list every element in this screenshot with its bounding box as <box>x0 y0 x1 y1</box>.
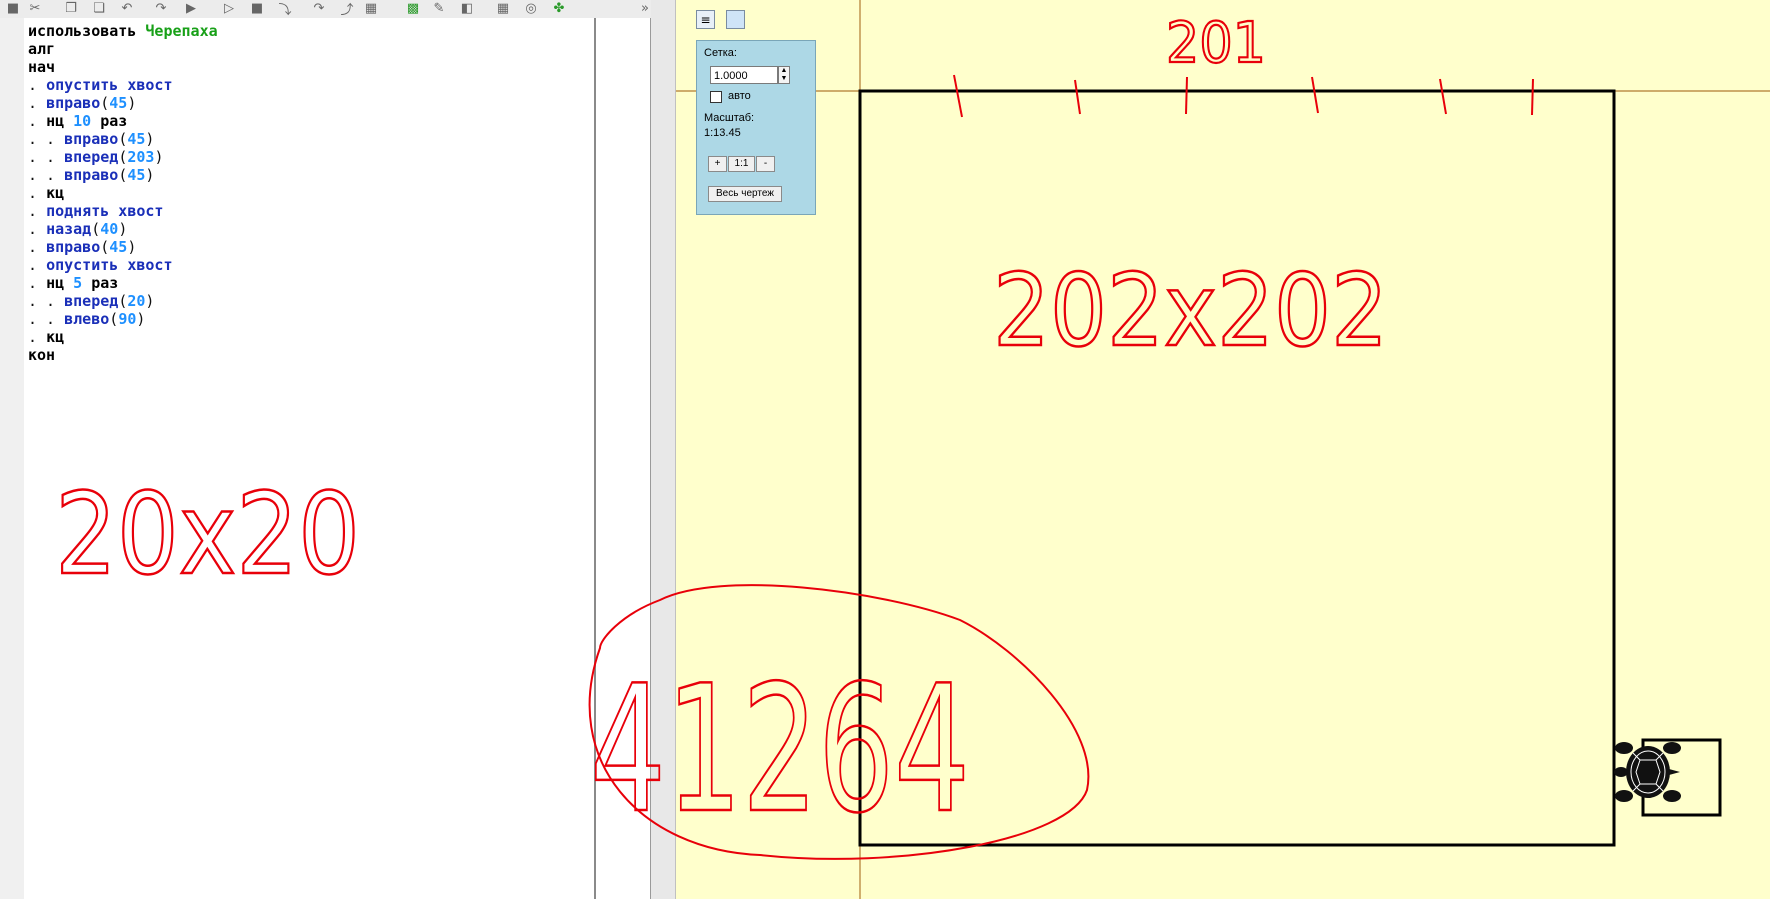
note-small-square: 20x20 <box>55 470 360 600</box>
scale-value: 1:13.45 <box>704 127 741 139</box>
note-big-square: 202x202 <box>993 252 1388 369</box>
grid-step-spinner[interactable]: ▲ ▼ <box>778 66 790 84</box>
zoom-in-button[interactable]: + <box>708 156 727 172</box>
note-top: 201 <box>1166 11 1266 76</box>
big-square <box>858 89 1616 847</box>
auto-checkbox[interactable] <box>710 91 722 103</box>
grid-settings-panel: Сетка: 1.0000 ▲ ▼ авто Масштаб: 1:13.45 +… <box>696 40 816 215</box>
zoom-out-button[interactable]: - <box>756 156 775 172</box>
drawing-layer: 20x20 202x202 201 41264 <box>54 0 1770 899</box>
scale-label: Масштаб: <box>704 112 755 124</box>
fit-all-button[interactable]: Весь чертеж <box>708 186 782 202</box>
annotation-ticks <box>953 74 1534 118</box>
auto-label: авто <box>728 90 751 102</box>
note-circled: 41264 <box>590 649 970 852</box>
grid-label: Сетка: <box>704 47 737 59</box>
zoom-reset-button[interactable]: 1:1 <box>728 156 755 172</box>
turtle-icon <box>1614 742 1681 802</box>
grid-step-input[interactable]: 1.0000 <box>710 66 778 84</box>
